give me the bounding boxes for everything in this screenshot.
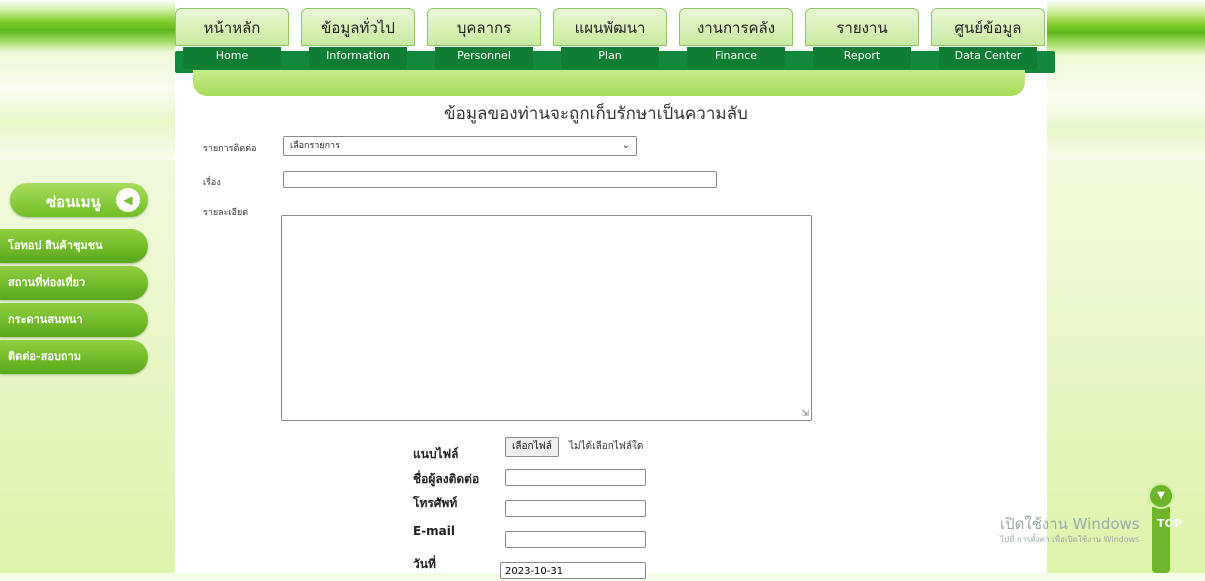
date-input[interactable]: 2023-10-31 [500,562,646,579]
nav-item-thai-label: บุคลากร [427,8,541,46]
top-button-label: TOP [1157,517,1182,530]
contact-type-value: เลือกรายการ [290,141,340,151]
resize-handle-icon[interactable]: ⇲ [801,409,809,419]
date-label: วันที่ [413,557,436,571]
contact-type-label: รายการติดต่อ [203,144,257,154]
contact-type-select[interactable]: เลือกรายการ ⌄ [283,136,637,156]
phone-label: โทรศัพท์ [413,496,458,510]
detail-textarea[interactable]: ⇲ [281,215,812,421]
nav-item-home[interactable]: หน้าหลัก Home [175,8,289,70]
attach-label: แนบไฟล์ [413,447,459,461]
hide-menu-toggle[interactable]: ซ่อนเมนู ◀ [10,183,148,217]
nav-item-en-label: Home [183,47,281,69]
nav-item-plan[interactable]: แผนพัฒนา Plan [553,8,667,70]
nav-item-en-label: Personnel [435,47,533,69]
nav-item-data-center[interactable]: ศูนย์ข้อมูล Data Center [931,8,1045,70]
nav-item-personnel[interactable]: บุคลากร Personnel [427,8,541,70]
sidebar-item-webboard[interactable]: กระดานสนทนา [0,303,148,337]
contact-name-input[interactable] [505,469,646,486]
nav-item-thai-label: รายงาน [805,8,919,46]
sidebar-item-attractions[interactable]: สถานที่ท่องเที่ยว [0,266,148,300]
main-nav: หน้าหลัก Home ข้อมูลทั่วไป Information บ… [175,8,1055,73]
windows-activation-subtitle: ไปที่ การตั้งค่า เพื่อเปิดใช้งาน Windows [1000,535,1140,544]
page-title: ข้อมูลของท่านจะถูกเก็บรักษาเป็นความลับ [444,104,748,124]
nav-item-thai-label: หน้าหลัก [175,8,289,46]
left-decor-stripe [0,0,175,160]
subject-input[interactable] [283,171,717,188]
file-status-text: ไม่ได้เลือกไฟล์ใด [569,441,644,452]
back-to-top-button[interactable]: ▼ TOP [1148,483,1182,573]
nav-item-thai-label: งานการคลัง [679,8,793,46]
hide-menu-label: ซ่อนเมนู [46,193,101,211]
nav-item-information[interactable]: ข้อมูลทั่วไป Information [301,8,415,70]
arrow-down-icon: ▼ [1148,483,1174,509]
email-input[interactable] [505,531,646,548]
nav-item-en-label: Plan [561,47,659,69]
right-decor-stripe [1045,0,1205,160]
arrow-left-icon: ◀ [116,188,140,212]
nav-item-en-label: Report [813,47,911,69]
nav-item-en-label: Information [309,47,407,69]
chevron-down-icon: ⌄ [621,140,630,151]
sidebar-item-contact[interactable]: ติดต่อ-สอบถาม [0,340,148,374]
email-label: E-mail [413,524,456,538]
nav-item-finance[interactable]: งานการคลัง Finance [679,8,793,70]
sidebar-item-otop[interactable]: โอทอป สินค้าชุมชน [0,229,148,263]
choose-file-button[interactable]: เลือกไฟล์ [505,437,559,457]
nav-item-en-label: Data Center [939,47,1037,69]
nav-underline-band [193,70,1025,96]
nav-item-thai-label: ข้อมูลทั่วไป [301,8,415,46]
nav-item-thai-label: แผนพัฒนา [553,8,667,46]
subject-label: เรื่อง [203,178,221,188]
nav-item-thai-label: ศูนย์ข้อมูล [931,8,1045,46]
nav-item-report[interactable]: รายงาน Report [805,8,919,70]
nav-item-en-label: Finance [687,47,785,69]
contact-name-label: ชื่อผู้ลงติดต่อ [413,472,480,486]
detail-label: รายละเอียด [203,208,249,218]
phone-input[interactable] [505,500,646,517]
